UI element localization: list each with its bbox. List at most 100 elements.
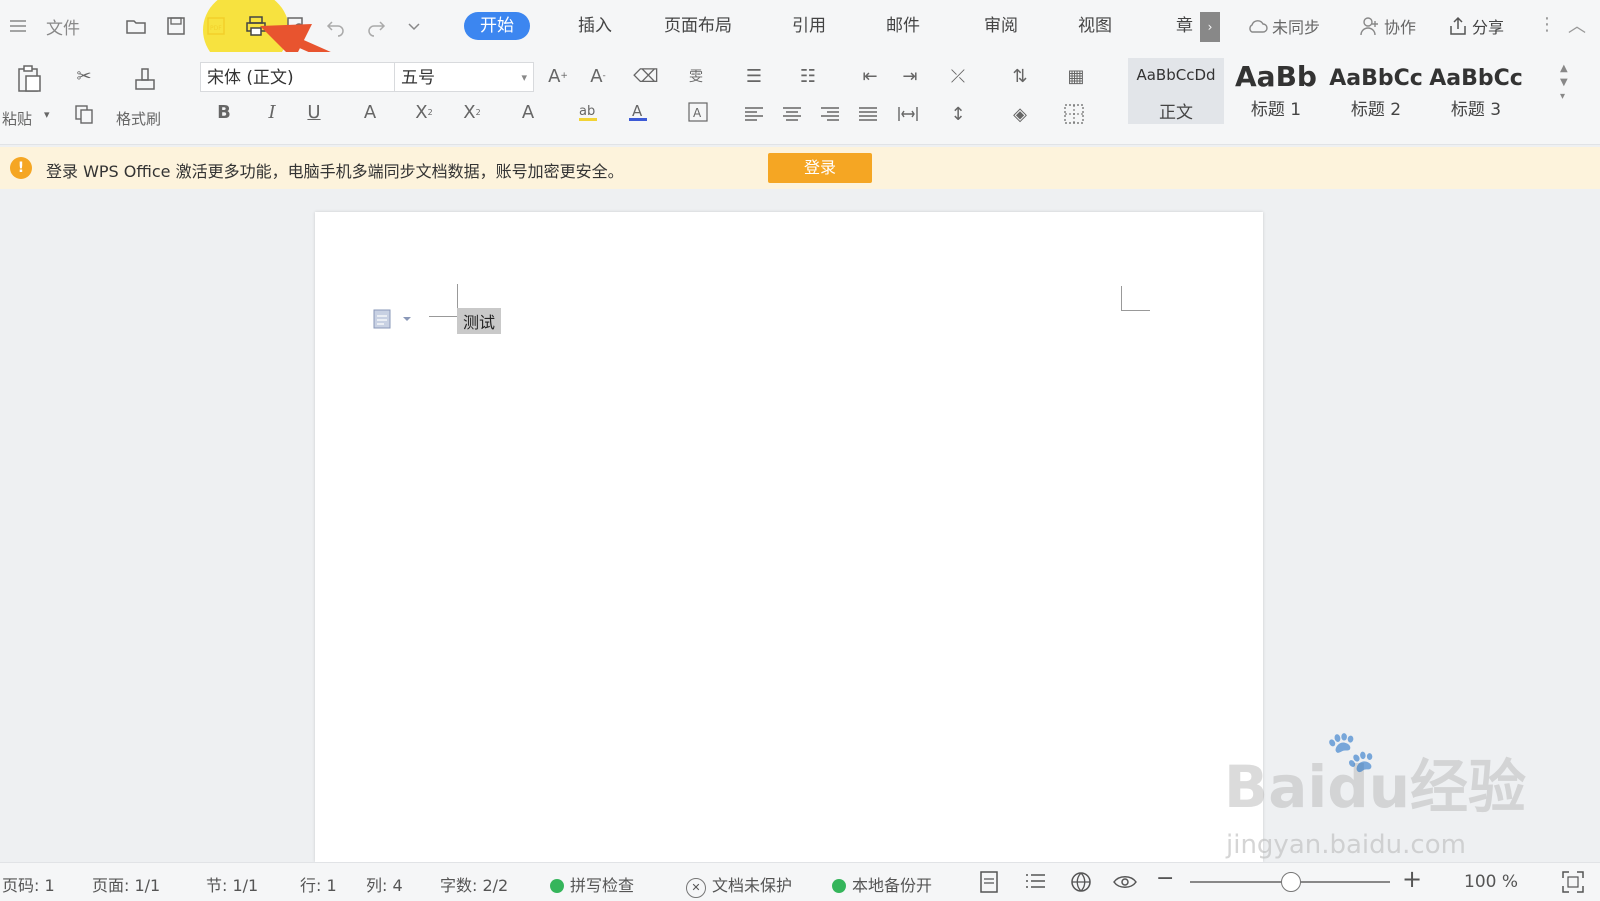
- format-painter-icon[interactable]: [130, 64, 160, 94]
- eye-protect-icon[interactable]: [1112, 869, 1138, 895]
- font-name-select[interactable]: 宋体 (正文): [200, 62, 396, 92]
- copy-icon[interactable]: [72, 102, 96, 126]
- tab-page-layout[interactable]: 页面布局: [664, 12, 732, 40]
- paste-dropdown-icon[interactable]: ▾: [44, 108, 50, 121]
- margin-corner-top-right: [1121, 286, 1150, 311]
- justify-icon[interactable]: [856, 102, 880, 126]
- status-page-number[interactable]: 页码: 1: [2, 872, 55, 896]
- svg-text:A: A: [693, 106, 702, 120]
- watermark-url: jingyan.baidu.com: [1226, 830, 1466, 860]
- status-section[interactable]: 节: 1/1: [206, 872, 258, 896]
- tab-references[interactable]: 引用: [792, 12, 826, 40]
- zoom-level[interactable]: 100 %: [1464, 872, 1518, 892]
- style-heading-3[interactable]: AaBbCc 标题 3: [1428, 58, 1524, 124]
- status-row: 行: 1: [300, 876, 337, 895]
- bullet-list-icon[interactable]: ☰: [742, 64, 766, 88]
- styles-scroll-icon[interactable]: ▲ ▼ ▾: [1560, 62, 1568, 104]
- local-backup-button[interactable]: 本地备份开: [832, 872, 932, 896]
- shrink-font-icon[interactable]: A-: [586, 64, 610, 88]
- paste-options-icon[interactable]: [373, 308, 413, 334]
- selected-text[interactable]: 测试: [457, 308, 502, 334]
- numbered-list-icon[interactable]: ☷: [796, 64, 820, 88]
- style-heading-3-preview: AaBbCc: [1429, 66, 1523, 91]
- login-notice-bar: ! 登录 WPS Office 激活更多功能，电脑手机多端同步文档数据，账号加密…: [0, 147, 1600, 189]
- style-heading-3-name: 标题 3: [1450, 100, 1502, 120]
- more-options-icon[interactable]: ⋮: [1538, 14, 1556, 35]
- text-effect-icon[interactable]: A: [358, 100, 382, 124]
- status-bar: 页码: 1 页面: 1/1 节: 1/1 行: 1 列: 4 字数: 2/2 拼…: [0, 862, 1600, 901]
- increase-indent-icon[interactable]: ⇥: [898, 64, 922, 88]
- spell-check-label: 拼写检查: [570, 876, 635, 895]
- outline-view-icon[interactable]: [1022, 869, 1048, 895]
- font-effects-icon[interactable]: A: [516, 100, 540, 124]
- file-menu[interactable]: 文件: [46, 14, 80, 39]
- style-heading-1[interactable]: AaBb 标题 1: [1228, 58, 1324, 124]
- page-view-icon[interactable]: [976, 869, 1002, 895]
- align-left-icon[interactable]: [742, 102, 766, 126]
- margin-corner-top-left: [429, 302, 457, 317]
- style-heading-2[interactable]: AaBbCc 标题 2: [1328, 58, 1424, 124]
- spell-check-status-icon: [550, 879, 564, 893]
- bold-icon[interactable]: B: [212, 100, 236, 124]
- grow-font-icon[interactable]: A +: [546, 64, 570, 88]
- underline-icon[interactable]: U: [302, 100, 326, 124]
- menu-icon[interactable]: [4, 12, 32, 40]
- borders-icon[interactable]: [1062, 102, 1086, 126]
- document-page[interactable]: 测试: [315, 212, 1263, 862]
- font-color-icon[interactable]: A: [626, 100, 650, 124]
- share-button[interactable]: 分享: [1448, 14, 1504, 38]
- distribute-icon[interactable]: [896, 102, 920, 126]
- tabs-scroll-button[interactable]: ›: [1200, 12, 1220, 42]
- style-normal-name: 正文: [1159, 103, 1193, 123]
- login-button[interactable]: 登录: [768, 153, 872, 183]
- collapse-ribbon-icon[interactable]: ︿: [1568, 12, 1586, 38]
- status-column: 列: 4: [366, 876, 403, 895]
- sync-button[interactable]: 未同步: [1246, 14, 1320, 38]
- spell-check-button[interactable]: 拼写检查: [550, 872, 634, 896]
- align-right-icon[interactable]: [818, 102, 842, 126]
- style-heading-2-preview: AaBbCc: [1329, 66, 1423, 91]
- align-center-icon[interactable]: [780, 102, 804, 126]
- doc-protect-label: 文档未保护: [712, 876, 793, 895]
- local-backup-label: 本地备份开: [852, 876, 933, 895]
- tab-mailings[interactable]: 邮件: [886, 12, 920, 40]
- superscript-icon[interactable]: X2: [412, 100, 436, 124]
- tab-chapter[interactable]: 章: [1176, 12, 1193, 40]
- save-icon[interactable]: [162, 12, 190, 40]
- status-word-count[interactable]: 字数: 2/2: [440, 872, 508, 896]
- text-direction-icon[interactable]: ⤫: [946, 64, 970, 88]
- doc-protect-button[interactable]: ✕ 文档未保护: [686, 872, 792, 898]
- tab-review[interactable]: 审阅: [984, 12, 1018, 40]
- style-normal[interactable]: AaBbCcDd 正文: [1128, 58, 1224, 124]
- tab-view[interactable]: 视图: [1078, 12, 1112, 40]
- cut-icon[interactable]: ✂: [72, 64, 96, 88]
- line-spacing-icon[interactable]: ↕: [946, 102, 970, 126]
- tab-home[interactable]: 开始: [464, 12, 530, 40]
- paw-logo-icon: 🐾: [1326, 729, 1376, 775]
- web-view-icon[interactable]: [1068, 869, 1094, 895]
- collab-button[interactable]: 协作: [1360, 14, 1416, 38]
- zoom-in-icon[interactable]: +: [1402, 865, 1422, 893]
- char-border-icon[interactable]: A: [686, 100, 710, 124]
- format-painter-button[interactable]: 格式刷: [116, 108, 161, 129]
- tab-insert[interactable]: 插入: [578, 12, 612, 40]
- paste-button[interactable]: 粘贴: [2, 108, 32, 129]
- show-marks-icon[interactable]: ▦: [1064, 64, 1088, 88]
- open-folder-icon[interactable]: [122, 12, 150, 40]
- phonetic-guide-icon[interactable]: 雯: [684, 64, 708, 88]
- clear-format-icon[interactable]: ⌫: [633, 64, 658, 88]
- unprotected-icon: ✕: [686, 878, 706, 898]
- italic-icon[interactable]: I: [260, 100, 284, 124]
- notice-message: 登录 WPS Office 激活更多功能，电脑手机多端同步文档数据，账号加密更安…: [46, 162, 624, 181]
- font-size-select[interactable]: 五号 ▾: [394, 62, 534, 92]
- status-pages[interactable]: 页面: 1/1: [92, 872, 160, 896]
- sort-icon[interactable]: ⇅: [1008, 64, 1032, 88]
- shading-icon[interactable]: ◈: [1008, 102, 1032, 126]
- zoom-out-icon[interactable]: −: [1156, 866, 1174, 891]
- highlight-color-icon[interactable]: ab: [576, 100, 600, 124]
- subscript-icon[interactable]: X2: [460, 100, 484, 124]
- decrease-indent-icon[interactable]: ⇤: [858, 64, 882, 88]
- zoom-slider-thumb[interactable]: [1281, 872, 1301, 892]
- paste-icon[interactable]: [12, 62, 46, 96]
- fullscreen-icon[interactable]: [1560, 869, 1586, 895]
